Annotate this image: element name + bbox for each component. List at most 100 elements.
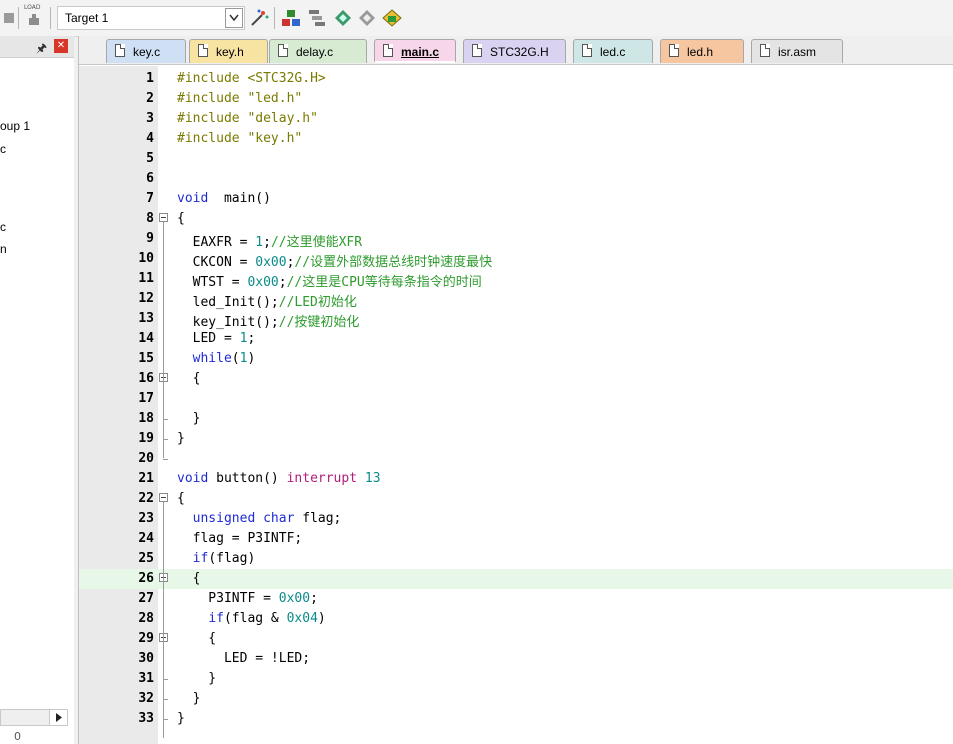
code-token: ; [310,591,318,606]
line-number: 30 [138,651,154,666]
fold-guide [163,222,164,458]
code-line[interactable]: 3 #include "delay.h" [79,109,953,129]
code-token: void [177,191,209,206]
project-tree-item[interactable]: oup 1 [0,119,30,133]
code-token: if [192,551,209,566]
tab-label: STC32G.H [490,45,549,59]
code-line[interactable]: 2 #include "led.h" [79,89,953,109]
code-line[interactable]: 10 CKCON = 0x00;//设置外部数据总线时钟速度最快 [79,249,953,270]
line-number: 14 [138,331,154,346]
code-line[interactable]: 26 { [79,569,953,589]
file-extensions-icon[interactable] [306,8,328,28]
code-line[interactable]: 30 LED = !LED; [79,649,953,669]
code-token: { [177,631,217,646]
code-line[interactable]: 13 key_Init();//按键初始化 [79,309,953,330]
project-panel-scrollbar[interactable] [0,709,68,726]
close-panel-button[interactable]: ✕ [54,39,68,53]
line-number: 19 [138,431,154,446]
code-line[interactable]: 21 void button() interrupt 13 [79,469,953,489]
code-line[interactable]: 19} [79,429,953,449]
load-button[interactable]: LOAD [23,4,45,28]
tab-led-h[interactable]: led.h [660,39,744,63]
code-line[interactable]: 27 P3INTF = 0x00; [79,589,953,609]
code-token: unsigned [192,511,256,526]
fold-end-marker [163,439,168,440]
code-line[interactable]: 15 while(1) [79,349,953,369]
line-number: 29 [138,631,154,646]
code-line[interactable]: 11 WTST = 0x00;//这里是CPU等待每条指令的时间 [79,269,953,290]
code-text: } [177,411,201,426]
fold-toggle-icon[interactable] [159,213,168,222]
code-text: } [177,671,216,686]
magic-wand-icon[interactable] [248,8,270,28]
code-token: button() [208,471,287,486]
code-token: WTST = [177,275,248,290]
pin-icon[interactable]: 🖈 [36,39,47,60]
tab-isr-asm[interactable]: isr.asm [751,39,843,63]
code-text: if(flag & 0x04) [177,611,325,626]
project-tree-item[interactable]: n [0,242,7,256]
code-token: ) [247,351,256,366]
code-line[interactable]: 4 #include "key.h" [79,129,953,149]
code-token: 0x00 [247,275,279,290]
code-text: while(1) [177,351,256,366]
load-icon-label: LOAD [24,4,41,11]
code-view[interactable]: 1 #include <STC32G.H> 2 #include "led.h" 3 #i… [79,66,953,744]
code-line[interactable]: 12 led_Init();//LED初始化 [79,289,953,310]
code-text: { [177,371,201,386]
line-number: 2 [146,91,154,106]
code-token: { [177,211,185,226]
code-line[interactable]: 24 flag = P3INTF; [79,529,953,549]
code-token: flag = P3INTF; [177,531,303,546]
tab-key-h[interactable]: key.h [189,39,268,63]
code-token: #include [177,71,248,86]
manage-components-icon[interactable] [280,8,302,28]
code-line[interactable]: 8{ [79,209,953,229]
tab-key-c[interactable]: key.c [106,39,186,63]
editor: key.c key.h delay.c main.c STC32G.H led.c led.… [78,36,953,744]
code-line[interactable]: 33} [79,709,953,729]
select-packs-icon[interactable] [332,8,354,28]
code-line[interactable]: 9 EAXFR = 1;//这里使能XFR [79,229,953,250]
code-line[interactable]: 18 } [79,409,953,429]
code-line[interactable]: 5 [79,149,953,169]
code-line[interactable]: 28 if(flag & 0x04) [79,609,953,629]
tab-led-c[interactable]: led.c [573,39,653,63]
target-dropdown-button[interactable] [225,8,243,28]
code-token: 0x04 [286,611,318,626]
code-line[interactable]: 25 if(flag) [79,549,953,569]
code-line[interactable]: 1 #include <STC32G.H> [79,69,953,89]
tab-delay-c[interactable]: delay.c [269,39,367,63]
target-select[interactable]: Target 1 [57,6,245,30]
code-text: } [177,711,185,726]
code-line[interactable]: 6 [79,169,953,189]
project-tree-item[interactable]: c [0,142,6,156]
code-text: unsigned char flag; [177,511,342,526]
code-line[interactable]: 17 [79,389,953,409]
code-line[interactable]: 23 unsigned char flag; [79,509,953,529]
scroll-right-button[interactable] [49,710,67,725]
tab-stc32g-h[interactable]: STC32G.H [463,39,566,63]
build-icon[interactable] [2,8,16,28]
code-line[interactable]: 29 { [79,629,953,649]
code-line[interactable]: 31 } [79,669,953,689]
code-line[interactable]: 7 void main() [79,189,953,209]
project-tree-item[interactable]: c [0,220,6,234]
editor-tab-bar: key.c key.h delay.c main.c STC32G.H led.c led.… [79,36,953,65]
code-line[interactable]: 20 [79,449,953,469]
fold-toggle-icon[interactable] [159,493,168,502]
fold-end-marker [163,459,168,460]
code-token: ; [263,235,271,250]
code-line[interactable]: 16 { [79,369,953,389]
code-line[interactable]: 32 } [79,689,953,709]
code-token: key_Init(); [177,315,279,330]
code-token: (flag & [223,611,287,626]
code-line[interactable]: 14 LED = 1; [79,329,953,349]
line-number: 8 [146,211,154,226]
project-panel-header: 🖈 ✕ [0,36,74,58]
code-text: { [177,491,185,506]
pack-installer-icon[interactable] [356,8,378,28]
code-line[interactable]: 22 { [79,489,953,509]
tab-main-c[interactable]: main.c [374,39,456,63]
pack-selector-icon[interactable] [380,8,404,28]
